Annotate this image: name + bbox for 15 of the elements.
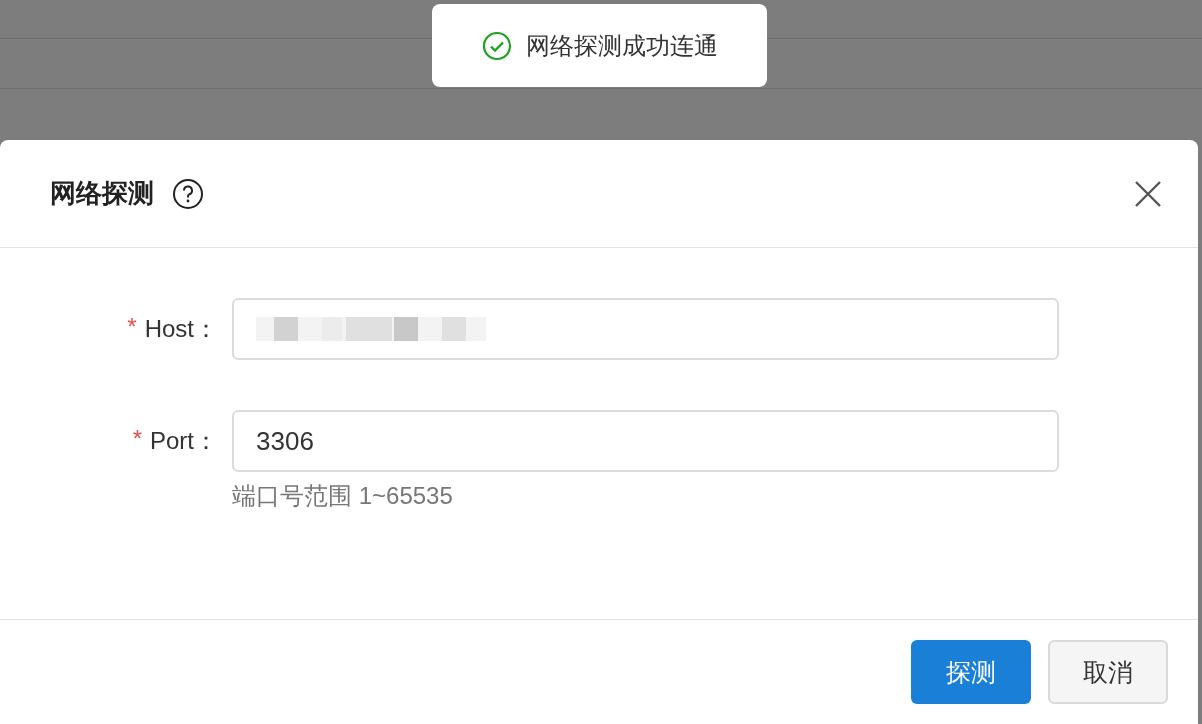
check-circle-icon — [481, 30, 512, 61]
input-field[interactable]: 3306 — [232, 410, 1059, 472]
input-field[interactable] — [232, 298, 1059, 360]
cancel-button[interactable]: 取消 — [1048, 640, 1168, 704]
help-text: 端口号范围 1~65535 — [232, 481, 454, 511]
dialog-title: 网络探测 — [50, 177, 154, 210]
required-mark: * — [127, 313, 137, 342]
help-icon[interactable] — [172, 177, 204, 210]
field-label: Host： — [144, 314, 218, 344]
field-label: Port： — [150, 426, 218, 456]
probe-button[interactable]: 探测 — [911, 640, 1031, 704]
required-mark: * — [132, 425, 142, 454]
toast-text: 网络探测成功连通 — [525, 30, 718, 61]
close-icon[interactable] — [1134, 179, 1162, 208]
input-value: 3306 — [256, 425, 314, 457]
